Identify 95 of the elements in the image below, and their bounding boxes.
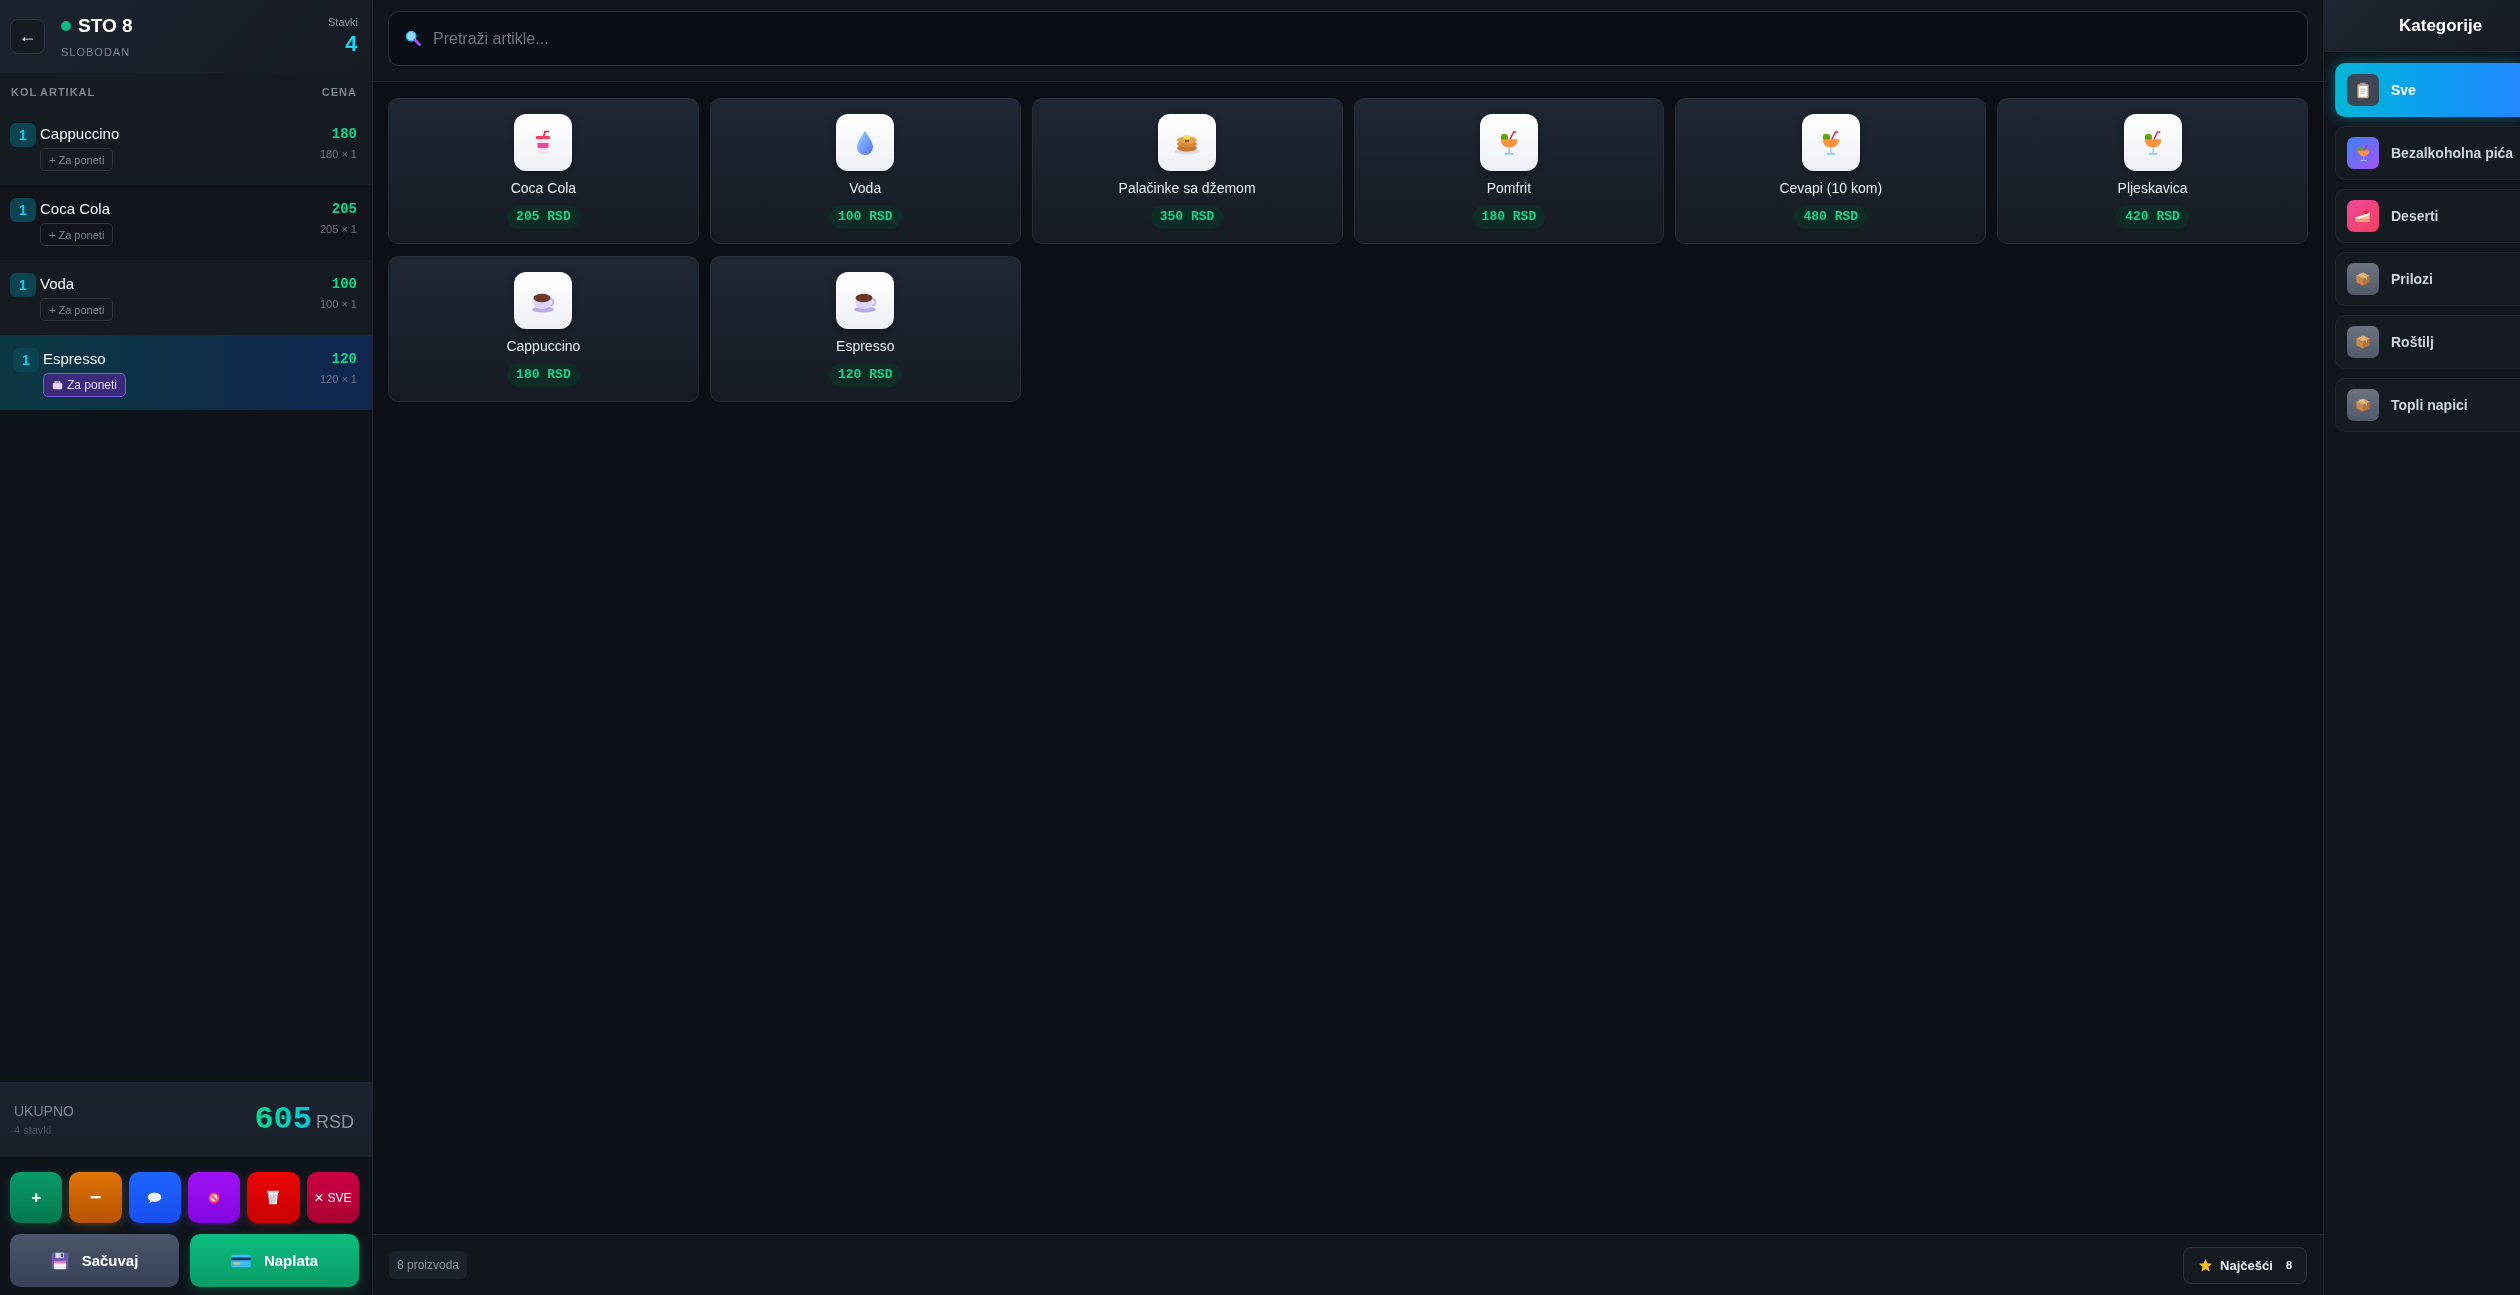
add-button[interactable]: + — [10, 1172, 63, 1223]
item-name: Voda — [40, 275, 75, 293]
item-price: 100 — [331, 275, 357, 293]
takeaway-button[interactable]: + Za poneti — [40, 148, 114, 171]
box-icon — [2347, 326, 2379, 358]
item-price: 180 — [331, 125, 357, 143]
product-card[interactable]: Cevapi (10 kom) 480 RSD — [1675, 98, 1987, 244]
table-status: SLOBODAN — [61, 46, 132, 58]
product-card[interactable]: Espresso 120 RSD — [709, 256, 1021, 402]
box-icon — [2347, 389, 2379, 421]
credit-card-icon — [230, 1253, 251, 1268]
coffee-cup-icon — [836, 272, 895, 329]
unit-price-text: 100 × 1 — [320, 298, 357, 310]
price-tag: 480 RSD — [1794, 205, 1868, 229]
product-count: 8 proizvoda — [389, 1251, 468, 1279]
coffee-cup-icon — [514, 272, 573, 329]
cocktail-icon — [1479, 114, 1538, 171]
status-dot-icon — [61, 21, 71, 31]
drink-cup-icon — [514, 114, 573, 171]
unit-price-text: 205 × 1 — [320, 223, 357, 235]
cocktail-icon — [1801, 114, 1860, 171]
price-tag: 120 RSD — [828, 363, 902, 387]
back-button[interactable]: ← — [10, 19, 45, 54]
favorites-button[interactable]: Najčešći 8 — [2183, 1246, 2307, 1284]
price-tag: 205 RSD — [507, 205, 580, 229]
product-card[interactable]: Pljeskavica 420 RSD — [1997, 98, 2308, 244]
product-card[interactable]: Cappuccino 180 RSD — [388, 256, 699, 402]
takeaway-button[interactable]: Za poneti — [43, 373, 127, 397]
cocktail-icon — [2123, 114, 2182, 171]
star-icon — [2198, 1257, 2214, 1273]
price-tag: 350 RSD — [1150, 205, 1224, 229]
order-row[interactable]: 1 Voda + Za poneti 100 100 × 1 — [0, 260, 372, 335]
product-card[interactable]: Palačinke sa džemom 350 RSD — [1031, 98, 1343, 244]
price-tag: 180 RSD — [507, 363, 580, 387]
item-name: Coca Cola — [40, 200, 111, 218]
product-name: Coca Cola — [510, 180, 577, 197]
save-button[interactable]: Sačuvaj — [10, 1234, 179, 1287]
item-name: Espresso — [43, 350, 106, 368]
quantity-badge: 1 — [10, 123, 36, 147]
takeaway-button[interactable]: + Za poneti — [40, 298, 114, 321]
water-drop-icon — [836, 114, 895, 171]
category-title: Kategorije — [2399, 15, 2483, 36]
order-row[interactable]: 1 Cappuccino + Za poneti 180 180 × 1 — [0, 110, 372, 185]
product-name: Pljeskavica — [2117, 180, 2188, 197]
price-tag: 180 RSD — [1472, 205, 1546, 229]
clear-all-button[interactable]: ✕ SVE — [306, 1172, 359, 1223]
item-price: 205 — [331, 200, 357, 218]
cake-slice-icon — [2347, 200, 2379, 232]
quantity-badge: 1 — [10, 198, 36, 222]
quantity-badge: 1 — [13, 348, 39, 372]
trash-icon — [266, 1190, 281, 1205]
price-tag: 100 RSD — [828, 205, 902, 229]
delete-button[interactable] — [247, 1172, 300, 1223]
price-tag: 420 RSD — [2116, 205, 2189, 229]
product-name: Voda — [849, 180, 882, 197]
item-price: 120 — [331, 350, 357, 368]
product-name: Espresso — [836, 338, 895, 355]
total-label: UKUPNO — [14, 1103, 74, 1119]
quantity-badge: 1 — [10, 273, 36, 297]
void-button[interactable] — [188, 1172, 241, 1223]
product-name: Palačinke sa džemom — [1118, 180, 1256, 197]
search-field[interactable]: Pretraži artikle... — [388, 11, 2308, 66]
currency-label: RSD — [316, 1111, 354, 1133]
search-icon — [405, 30, 421, 46]
remove-button[interactable]: − — [69, 1172, 122, 1223]
unit-price-text: 120 × 1 — [320, 373, 357, 385]
product-card[interactable]: Coca Cola 205 RSD — [388, 98, 699, 244]
pancakes-icon — [1158, 114, 1217, 171]
items-count: 4 — [344, 33, 358, 58]
items-label: Stavki — [328, 15, 358, 28]
clipboard-icon — [2347, 74, 2379, 106]
category-item[interactable]: Prilozi — [2335, 252, 2520, 306]
product-name: Cappuccino — [506, 338, 581, 355]
product-card[interactable]: Voda 100 RSD — [709, 98, 1021, 244]
order-row[interactable]: 1 Espresso Za poneti 120 120 × 1 — [0, 335, 372, 410]
no-entry-icon — [208, 1191, 221, 1204]
speech-bubble-icon — [147, 1191, 163, 1204]
comment-button[interactable] — [128, 1172, 181, 1223]
box-icon — [2347, 263, 2379, 295]
column-header: ARTIKAL — [40, 85, 97, 98]
category-item[interactable]: Bezalkoholna pića — [2335, 126, 2520, 180]
unit-price-text: 180 × 1 — [320, 148, 357, 160]
product-name: Cevapi (10 kom) — [1779, 180, 1883, 197]
cocktail-icon — [2347, 137, 2379, 169]
category-item[interactable]: Topli napici — [2335, 378, 2520, 432]
item-name: Cappuccino — [40, 125, 120, 143]
bag-icon — [52, 380, 63, 390]
product-name: Pomfrit — [1486, 180, 1532, 197]
takeaway-button[interactable]: + Za poneti — [40, 223, 114, 246]
table-title: STO 8 — [78, 15, 133, 37]
category-item[interactable]: Deserti — [2335, 189, 2520, 243]
product-card[interactable]: Pomfrit 180 RSD — [1353, 98, 1665, 244]
column-header: CENA — [321, 85, 357, 98]
category-item[interactable]: Roštilj — [2335, 315, 2520, 369]
column-header: KOL — [11, 85, 39, 98]
